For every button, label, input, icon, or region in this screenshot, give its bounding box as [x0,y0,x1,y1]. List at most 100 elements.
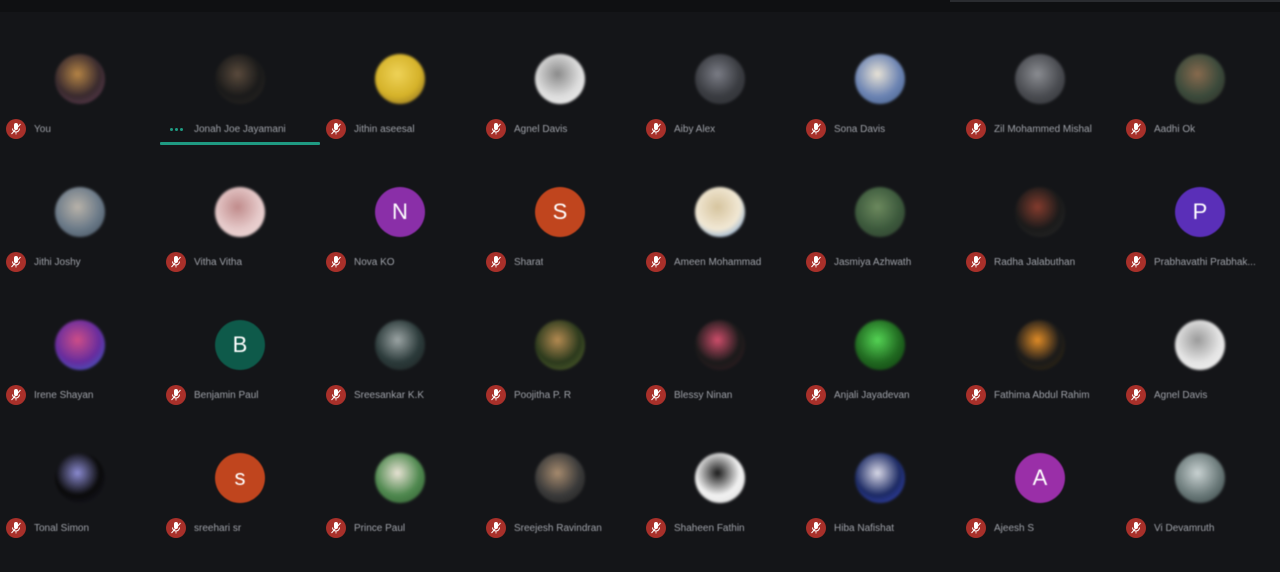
participant-name: Sharat [514,256,544,268]
avatar-initial: A [1032,465,1048,490]
participant-label: Sona Davis [806,118,956,140]
participant-label: sreehari sr [166,517,316,539]
mic-off-icon [6,518,26,538]
avatar [855,54,905,104]
avatar [215,54,265,104]
participant-tile[interactable]: Sona Davis [800,40,960,173]
participant-name: Tonal Simon [34,522,90,534]
participant-name: Jithi Joshy [34,256,81,268]
mic-off-icon [966,119,986,139]
participant-tile[interactable]: Hiba Nafishat [800,439,960,572]
participant-label: Sreesankar K.K [326,384,476,406]
participant-name: Sreesankar K.K [354,389,425,401]
avatar-initial: s [234,465,246,490]
top-bar [0,0,1280,12]
participant-tile[interactable]: Vi Devamruth [1120,439,1280,572]
participant-tile[interactable]: Irene Shayan [0,306,160,439]
mic-off-icon [166,252,186,272]
participant-tile[interactable]: Blessy Ninan [640,306,800,439]
avatar [1175,54,1225,104]
avatar [855,320,905,370]
avatar [55,187,105,237]
participant-tile[interactable]: N Nova KO [320,173,480,306]
mic-off-icon [326,119,346,139]
mic-off-icon [1126,385,1146,405]
avatar [695,187,745,237]
participant-label: Jithin aseesal [326,118,476,140]
participant-tile[interactable]: Fathima Abdul Rahim [960,306,1120,439]
participant-name: Sona Davis [834,123,886,135]
avatar: s [215,453,265,503]
participant-tile[interactable]: Ameen Mohammad [640,173,800,306]
participant-name: Aadhi Ok [1154,123,1196,135]
participant-name: Zil Mohammed Mishal [994,123,1092,135]
participant-label: Jonah Joe Jayamani [166,118,316,140]
participant-tile[interactable]: Aadhi Ok [1120,40,1280,173]
participant-name: Anjali Jayadevan [834,389,910,401]
avatar: B [215,320,265,370]
participant-tile[interactable]: Jithi Joshy [0,173,160,306]
mic-off-icon [166,385,186,405]
avatar [375,54,425,104]
participant-name: sreehari sr [194,522,242,534]
participant-tile[interactable]: Shaheen Fathin [640,439,800,572]
participant-label: Jasmiya Azhwath [806,251,956,273]
participant-tile[interactable]: Jasmiya Azhwath [800,173,960,306]
mic-off-icon [966,252,986,272]
participant-tile[interactable]: A Ajeesh S [960,439,1120,572]
participant-tile[interactable]: You [0,40,160,173]
avatar [535,54,585,104]
mic-off-icon [966,518,986,538]
mic-off-icon [6,385,26,405]
participant-tile[interactable]: Sreesankar K.K [320,306,480,439]
mic-off-icon [646,518,666,538]
avatar [55,453,105,503]
participant-tile[interactable]: S Sharat [480,173,640,306]
avatar [375,453,425,503]
mic-off-icon [966,385,986,405]
avatar-initial: S [552,199,568,224]
participant-name: Vitha Vitha [194,256,243,268]
participant-name: Jonah Joe Jayamani [194,123,286,135]
participant-grid: You Jonah Joe Jayamani Jithin aseesal Agnel… [0,40,1280,572]
participant-tile[interactable]: Vitha Vitha [160,173,320,306]
participant-tile[interactable]: Agnel Davis [1120,306,1280,439]
participant-tile[interactable]: Tonal Simon [0,439,160,572]
participant-tile[interactable]: Jonah Joe Jayamani [160,40,320,173]
mic-off-icon [486,119,506,139]
participant-label: Vitha Vitha [166,251,316,273]
participant-name: You [34,123,51,135]
participant-tile[interactable]: Poojitha P. R [480,306,640,439]
participant-tile[interactable]: Radha Jalabuthan [960,173,1120,306]
participant-tile[interactable]: Prince Paul [320,439,480,572]
participant-tile[interactable]: Jithin aseesal [320,40,480,173]
avatar [855,187,905,237]
participant-name: Irene Shayan [34,389,94,401]
participant-name: Jithin aseesal [354,123,415,135]
participant-label: Vi Devamruth [1126,517,1276,539]
participant-name: Radha Jalabuthan [994,256,1076,268]
participant-name: Hiba Nafishat [834,522,895,534]
participant-tile[interactable]: Aiby Alex [640,40,800,173]
active-speaker-indicator [160,142,320,145]
participant-label: Benjamin Paul [166,384,316,406]
participant-label: Prabhavathi Prabhak... [1126,251,1276,273]
participant-tile[interactable]: Anjali Jayadevan [800,306,960,439]
participant-tile[interactable]: P Prabhavathi Prabhak... [1120,173,1280,306]
participant-tile[interactable]: Agnel Davis [480,40,640,173]
participant-tile[interactable]: B Benjamin Paul [160,306,320,439]
participant-label: Radha Jalabuthan [966,251,1116,273]
participant-label: Aiby Alex [646,118,796,140]
speaking-indicator-icon [166,119,186,139]
participant-label: Zil Mohammed Mishal [966,118,1116,140]
avatar [1015,320,1065,370]
participant-name: Vi Devamruth [1154,522,1215,534]
participant-name: Ameen Mohammad [674,256,762,268]
participant-label: Jithi Joshy [6,251,156,273]
participant-name: Agnel Davis [514,123,568,135]
participant-tile[interactable]: Zil Mohammed Mishal [960,40,1120,173]
participant-name: Shaheen Fathin [674,522,745,534]
participant-tile[interactable]: s sreehari sr [160,439,320,572]
participant-tile[interactable]: Sreejesh Ravindran [480,439,640,572]
avatar [1015,187,1065,237]
